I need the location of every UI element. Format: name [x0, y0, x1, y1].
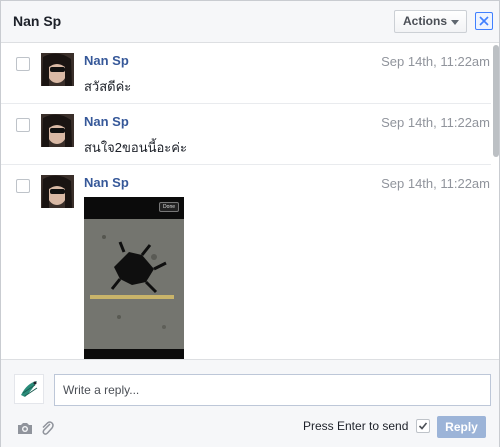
press-enter-label: Press Enter to send — [303, 419, 409, 433]
message-text: สนใจ2ขอนนี้อะค่ะ — [84, 140, 187, 155]
conversation-title: Nan Sp — [13, 13, 62, 29]
message-list-scrollbar[interactable] — [493, 45, 499, 157]
checkmark-icon — [418, 422, 428, 430]
avatar — [14, 374, 44, 404]
message-select-checkbox[interactable] — [16, 57, 30, 71]
sender-name[interactable]: Nan Sp — [84, 53, 129, 68]
camera-icon[interactable] — [17, 422, 33, 438]
close-icon — [479, 16, 489, 26]
message-item: Nan Sp Sep 14th, 11:22am สวัสดีค่ะ — [1, 43, 491, 104]
avatar[interactable] — [41, 114, 74, 147]
message-item: Nan Sp Sep 14th, 11:22am สนใจ2ขอนนี้อะค่… — [1, 104, 491, 165]
actions-label: Actions — [403, 14, 448, 28]
message-timestamp: Sep 14th, 11:22am — [381, 54, 490, 69]
conversation-header: Nan Sp Actions — [1, 1, 499, 43]
photo-done-label: Done — [159, 202, 179, 212]
message-select-checkbox[interactable] — [16, 179, 30, 193]
avatar[interactable] — [41, 53, 74, 86]
photo-image — [84, 197, 184, 359]
sender-name[interactable]: Nan Sp — [84, 114, 129, 129]
photo-attachment[interactable]: Done — [84, 197, 184, 359]
actions-dropdown-button[interactable]: Actions — [394, 10, 467, 33]
sender-name[interactable]: Nan Sp — [84, 175, 129, 190]
reply-composer: Press Enter to send Reply — [1, 359, 499, 447]
close-button[interactable] — [475, 12, 493, 30]
message-select-checkbox[interactable] — [16, 118, 30, 132]
avatar[interactable] — [41, 175, 74, 208]
chevron-down-icon — [451, 20, 459, 25]
reply-input[interactable] — [54, 374, 491, 406]
message-list: Nan Sp Sep 14th, 11:22am สวัสดีค่ะ Nan S… — [1, 43, 499, 359]
paperclip-icon[interactable] — [40, 420, 54, 439]
message-text: สวัสดีค่ะ — [84, 79, 132, 94]
message-item: Nan Sp Sep 14th, 11:22am Done — [1, 165, 491, 359]
reply-button[interactable]: Reply — [437, 416, 486, 438]
message-timestamp: Sep 14th, 11:22am — [381, 176, 490, 191]
message-timestamp: Sep 14th, 11:22am — [381, 115, 490, 130]
message-window: Nan Sp Actions Nan Sp Sep 14th, 11:22am … — [0, 0, 500, 447]
press-enter-checkbox[interactable] — [416, 419, 430, 433]
